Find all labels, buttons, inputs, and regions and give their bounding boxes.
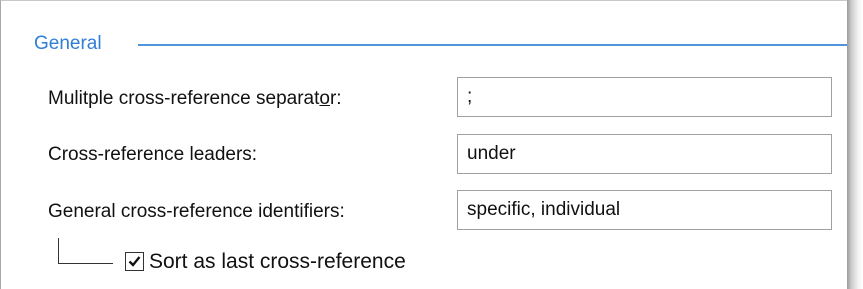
separator-label-mnemonic: o	[319, 88, 330, 109]
identifiers-input[interactable]	[457, 190, 832, 230]
sort-last-checkbox[interactable]	[125, 252, 144, 271]
identifiers-label: General cross-reference identifiers:	[48, 201, 345, 222]
leaders-label: Cross-reference leaders:	[48, 144, 258, 165]
window-shadow	[847, 0, 863, 289]
separator-label-post: r:	[329, 88, 342, 109]
general-settings-panel: General Mulitple cross-reference separat…	[0, 0, 848, 289]
separator-input[interactable]	[457, 77, 832, 117]
leaders-input[interactable]	[457, 134, 832, 174]
group-title: General	[34, 33, 102, 54]
separator-label: Mulitple cross-reference separator:	[48, 87, 342, 111]
checkmark-icon	[128, 256, 141, 267]
tree-connector	[58, 238, 113, 264]
separator-label-pre: Mulitple cross-reference separat	[48, 88, 320, 109]
group-divider	[138, 44, 848, 46]
sort-last-label[interactable]: Sort as last cross-reference	[149, 249, 406, 275]
